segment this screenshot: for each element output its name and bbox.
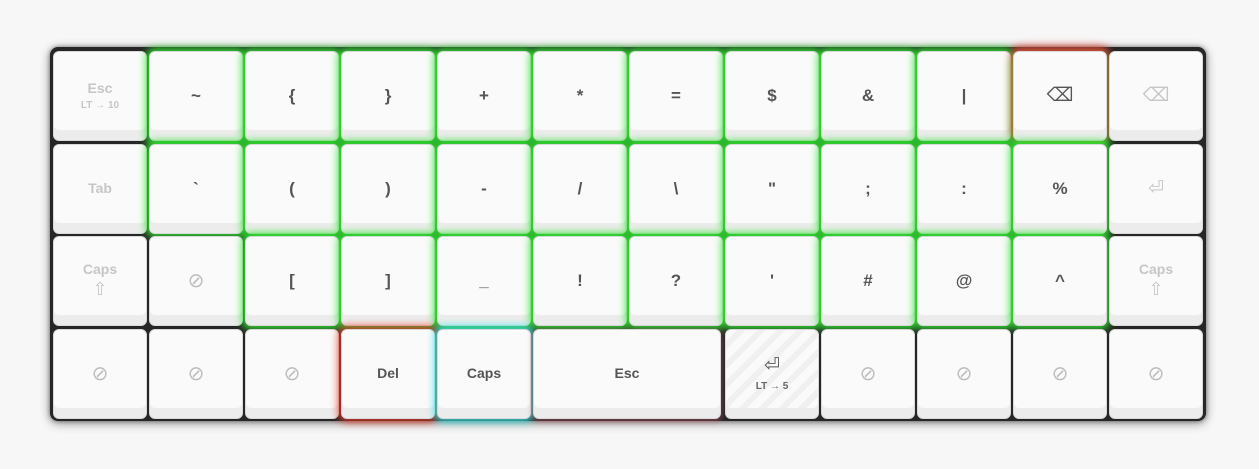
key-no-action[interactable]: ⊘ [53,329,147,419]
key-backtick[interactable]: ` [149,144,243,234]
key-label: Del [377,365,399,382]
key-backslash[interactable]: \ [629,144,723,234]
key-enter-layer-tap[interactable]: ⏎ LT → 5 [725,329,819,419]
key-sublabel: LT → 10 [80,100,120,112]
key-label: - [481,178,487,198]
key-label: ! [577,270,583,290]
key-del[interactable]: Del [341,329,435,419]
key-label: [ [289,270,295,290]
key-label: ~ [191,85,201,105]
key-tab[interactable]: Tab [53,144,147,234]
key-no-action[interactable]: ⊘ [1109,329,1203,419]
key-pipe[interactable]: | [917,51,1011,141]
key-enter-right[interactable]: ⏎ [1109,144,1203,234]
no-action-icon: ⊘ [91,363,109,385]
key-caps-left[interactable]: Caps ⇧ [53,236,147,326]
key-esc-layer-tap[interactable]: Esc LT → 10 [53,51,147,141]
key-backspace-right[interactable]: ⌫ [1109,51,1203,141]
key-label: Esc [87,79,113,96]
key-label: & [861,85,875,105]
key-no-action[interactable]: ⊘ [149,236,243,326]
key-label: Caps [1138,260,1174,277]
key-tilde[interactable]: ~ [149,51,243,141]
key-double-quote[interactable]: " [725,144,819,234]
key-plus[interactable]: + [437,51,531,141]
key-asterisk[interactable]: * [533,51,627,141]
backspace-icon: ⌫ [1046,84,1074,106]
key-equals[interactable]: = [629,51,723,141]
no-action-icon: ⊘ [859,363,877,385]
key-semicolon[interactable]: ; [821,144,915,234]
key-label: \ [673,178,679,198]
key-label: ; [865,178,871,198]
key-label: ' [769,270,775,290]
key-no-action[interactable]: ⊘ [821,329,915,419]
key-no-action[interactable]: ⊘ [245,329,339,419]
key-label: Tab [88,180,112,197]
key-label: } [384,85,392,105]
key-left-bracket[interactable]: [ [245,236,339,326]
key-label: ? [670,270,682,290]
no-action-icon: ⊘ [1147,363,1165,385]
key-label: # [863,270,873,290]
backspace-icon: ⌫ [1142,84,1170,106]
key-ampersand[interactable]: & [821,51,915,141]
shift-icon: ⇧ [92,279,108,300]
key-label: * [576,85,584,105]
key-no-action[interactable]: ⊘ [1013,329,1107,419]
no-action-icon: ⊘ [955,363,973,385]
key-label: $ [767,85,777,105]
key-left-paren[interactable]: ( [245,144,339,234]
key-apostrophe[interactable]: ' [725,236,819,326]
key-caret[interactable]: ^ [1013,236,1107,326]
no-action-icon: ⊘ [1051,363,1069,385]
key-right-paren[interactable]: ) [341,144,435,234]
no-action-icon: ⊘ [187,270,205,292]
key-label: " [767,178,777,198]
key-slash[interactable]: / [533,144,627,234]
key-label: ^ [1055,270,1065,290]
key-label: ` [193,178,199,198]
key-left-brace[interactable]: { [245,51,339,141]
key-label: { [288,85,296,105]
key-label: + [479,85,489,105]
keyboard-layout: Esc LT → 10 ~ { } + * = $ & | ⌫ ⌫ Tab ` … [50,47,1206,421]
key-label: Caps [466,365,502,382]
key-dollar[interactable]: $ [725,51,819,141]
key-backspace[interactable]: ⌫ [1013,51,1107,141]
key-minus[interactable]: - [437,144,531,234]
key-right-brace[interactable]: } [341,51,435,141]
key-no-action[interactable]: ⊘ [149,329,243,419]
enter-icon: ⏎ [764,355,780,377]
key-label: : [961,178,967,198]
key-sublabel: LT → 5 [755,380,789,392]
key-esc-wide[interactable]: Esc [533,329,721,419]
key-label: ] [385,270,391,290]
key-at[interactable]: @ [917,236,1011,326]
key-label: % [1052,178,1068,198]
key-label: _ [479,270,489,290]
enter-icon: ⏎ [1148,177,1164,199]
shift-icon: ⇧ [1148,279,1164,300]
key-label: @ [955,270,973,290]
no-action-icon: ⊘ [283,363,301,385]
key-label: ) [385,178,391,198]
key-label: / [577,178,583,198]
key-caps-right[interactable]: Caps ⇧ [1109,236,1203,326]
key-label: ( [289,178,295,198]
key-label: Esc [614,365,640,382]
key-exclamation[interactable]: ! [533,236,627,326]
key-label: = [671,85,681,105]
key-caps[interactable]: Caps [437,329,531,419]
key-percent[interactable]: % [1013,144,1107,234]
key-no-action[interactable]: ⊘ [917,329,1011,419]
key-right-bracket[interactable]: ] [341,236,435,326]
key-label: Caps [82,260,118,277]
key-underscore[interactable]: _ [437,236,531,326]
key-colon[interactable]: : [917,144,1011,234]
key-label: | [961,85,967,105]
key-hash[interactable]: # [821,236,915,326]
no-action-icon: ⊘ [187,363,205,385]
key-question[interactable]: ? [629,236,723,326]
